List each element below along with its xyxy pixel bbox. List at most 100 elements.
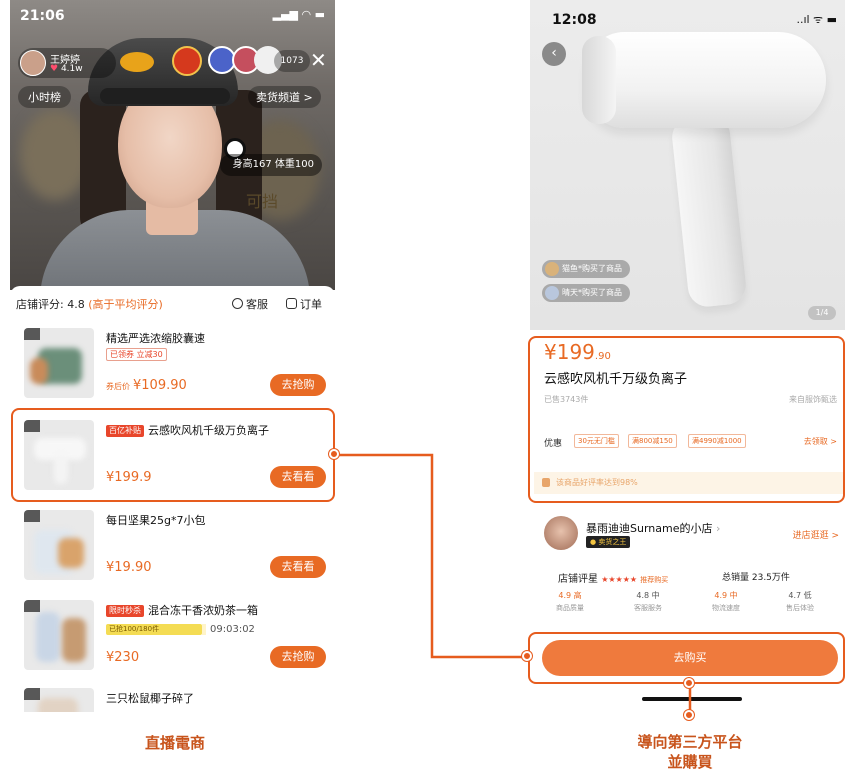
product-price: ¥230: [106, 650, 140, 665]
store-metric: 4.9 高 商品质量: [540, 590, 600, 613]
caption-line: 導向第三方平台: [637, 733, 743, 751]
sale-channel-button[interactable]: 卖货频道 >: [248, 86, 321, 108]
star-rating-icon: ★★★★★: [601, 575, 638, 584]
home-indicator: [642, 697, 742, 701]
product-title-text: 混合冻干香浓奶茶一箱: [148, 604, 258, 617]
sale-progress-remaining: [202, 624, 206, 635]
caption-live-commerce: 直播電商: [144, 734, 205, 752]
chevron-right-icon: ›: [715, 522, 721, 535]
highlight-buy-button: [528, 632, 845, 684]
host-fans-count: 4.1w: [60, 64, 83, 74]
connector-dot: [522, 651, 532, 661]
hair-dryer-body: [586, 32, 826, 128]
highlight-live-product: [11, 408, 335, 502]
price-label: 券后价: [106, 382, 130, 391]
recommend-tag: 推荐购买: [640, 576, 669, 584]
host-avatar[interactable]: [20, 50, 46, 76]
crown-badge-icon: [172, 46, 202, 76]
connector-dot: [684, 710, 694, 720]
metric-value: 4.9 高: [558, 591, 582, 600]
status-time: 21:06: [20, 8, 65, 24]
live-stream-screen: 可挡 21:06 ▂▄▆ ◠ ▬ 王婷婷 ♥ 4.1w 1073 ✕ 小时榜 卖…: [10, 0, 335, 712]
highlight-product-detail: [528, 336, 845, 503]
headset-icon: [232, 298, 243, 309]
shop-rating-note: (高于平均评分): [88, 298, 163, 311]
product-title: 三只松鼠椰子碎了: [106, 692, 194, 705]
store-metric: 4.8 中 客服服务: [618, 590, 678, 613]
hour-rank-button[interactable]: 小时榜: [18, 86, 71, 108]
store-rating: 店铺评星 ★★★★★ 推荐购买: [558, 570, 668, 585]
store-name-text: 暴雨迪迪Surname的小店: [586, 522, 713, 535]
status-icons: ..ıl ᯤ ▬: [796, 13, 837, 26]
order-list-icon: [286, 298, 297, 309]
host-pill[interactable]: 王婷婷 ♥ 4.1w: [18, 48, 116, 78]
caption-third-party: 導向第三方平台 並購買: [600, 732, 780, 772]
buyer-avatar: [545, 262, 559, 276]
connector-dot: [684, 678, 694, 688]
product-item[interactable]: 每日坚果25g*7小包 ¥19.90 去看看: [10, 504, 335, 594]
product-title: 每日坚果25g*7小包: [106, 514, 206, 527]
product-thumbnail[interactable]: [24, 600, 94, 670]
metric-value: 4.9 中: [714, 591, 738, 600]
product-thumbnail[interactable]: [24, 688, 94, 712]
store-rating-label: 店铺评星: [558, 574, 598, 585]
metric-label: 物流速度: [712, 604, 740, 612]
status-time: 12:08: [552, 12, 597, 28]
store-avatar[interactable]: [544, 516, 578, 550]
connector-line-left: [335, 453, 528, 659]
coupon-tag: 已领券 立减30: [106, 348, 167, 361]
store-metric: 4.9 中 物流速度: [696, 590, 756, 613]
buyer-text: 晴天*购买了商品: [562, 288, 622, 297]
orders-button[interactable]: 订单: [286, 296, 322, 312]
store-metric: 4.7 低 售后体验: [770, 590, 830, 613]
total-sales: 总销量 23.5万件: [722, 573, 790, 583]
buy-now-button[interactable]: 去抢购: [270, 646, 326, 668]
product-gallery[interactable]: 12:08 ..ıl ᯤ ▬ ‹ 猫鱼*购买了商品 晴天*购买了商品 1/4: [530, 0, 845, 330]
hair-dryer-nozzle: [582, 36, 616, 124]
view-button[interactable]: 去看看: [270, 556, 326, 578]
flash-sale-tag: 限时秒杀: [106, 605, 144, 617]
recent-buyer-pill: 晴天*购买了商品: [542, 284, 630, 302]
metric-label: 客服服务: [634, 604, 662, 612]
metric-value: 4.8 中: [636, 591, 660, 600]
host-fans: ♥ 4.1w: [50, 64, 83, 74]
service-label: 客服: [246, 298, 268, 311]
product-title: 精选严选浓缩胶囊速: [106, 332, 205, 345]
product-item[interactable]: 三只松鼠椰子碎了: [10, 682, 335, 712]
shop-rating: 店铺评分: 4.8 (高于平均评分): [16, 296, 163, 312]
store-section: 暴雨迪迪Surname的小店 › ● 卖货之王 进店逛逛 > 店铺评星 ★★★★…: [530, 500, 845, 640]
status-icons: ▂▄▆ ◠ ▬: [272, 8, 325, 21]
live-video: 可挡 21:06 ▂▄▆ ◠ ▬ 王婷婷 ♥ 4.1w 1073 ✕ 小时榜 卖…: [10, 0, 335, 290]
back-icon[interactable]: ‹: [542, 42, 566, 66]
customer-service-button[interactable]: 客服: [232, 296, 268, 312]
metric-label: 售后体验: [786, 604, 814, 612]
orders-label: 订单: [300, 298, 322, 311]
wing-badge-icon: [120, 52, 154, 72]
product-item[interactable]: 精选严选浓缩胶囊速 已领券 立减30 券后价 ¥109.90 去抢购: [10, 322, 335, 412]
host-info-tag: 身高167 体重100: [220, 154, 322, 176]
store-badge: ● 卖货之王: [586, 536, 631, 548]
connector-dot: [329, 449, 339, 459]
store-name[interactable]: 暴雨迪迪Surname的小店 ›: [586, 520, 720, 536]
sale-progress-bar: 已抢100/180件: [106, 624, 202, 635]
buy-now-button[interactable]: 去抢购: [270, 374, 326, 396]
background-sign-text: 可挡: [246, 192, 279, 211]
countdown-timer: 09:03:02: [210, 624, 255, 635]
cap-brim: [100, 88, 230, 104]
product-thumbnail[interactable]: [24, 510, 94, 580]
product-thumbnail[interactable]: [24, 328, 94, 398]
gallery-page-indicator: 1/4: [808, 306, 836, 320]
price-value: ¥109.90: [133, 378, 187, 393]
visit-store-link[interactable]: 进店逛逛 >: [793, 528, 839, 541]
hair-dryer-handle: [670, 113, 748, 309]
recent-buyer-pill: 猫鱼*购买了商品: [542, 260, 630, 278]
buyer-avatar: [545, 286, 559, 300]
shop-rating-label: 店铺评分: 4.8: [16, 298, 85, 311]
product-item[interactable]: 限时秒杀 混合冻干香浓奶茶一箱 已抢100/180件 09:03:02 ¥230 …: [10, 594, 335, 684]
buyer-text: 猫鱼*购买了商品: [562, 264, 622, 273]
metric-value: 4.7 低: [788, 591, 812, 600]
caption-line: 並購買: [667, 753, 713, 771]
viewer-count: 1073: [274, 50, 310, 72]
close-icon[interactable]: ✕: [310, 48, 327, 72]
product-price: ¥19.90: [106, 560, 152, 575]
